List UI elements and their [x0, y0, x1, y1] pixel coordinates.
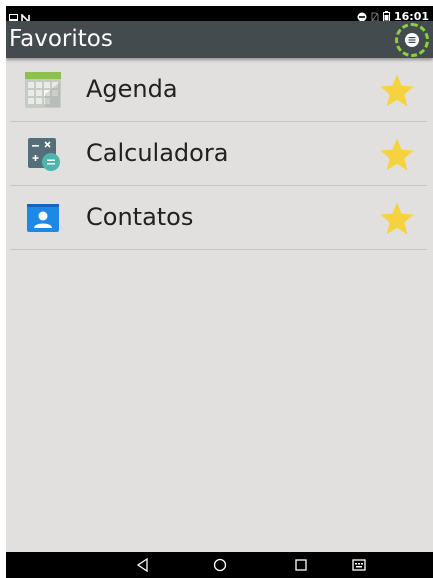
star-icon[interactable]: [378, 72, 416, 110]
star-icon[interactable]: [378, 200, 416, 238]
android-screen: 16:01 Favoritos Agenda Calculadora Conta…: [6, 6, 433, 578]
menu-highlight: [395, 23, 429, 57]
app-bar: Favoritos: [6, 21, 433, 58]
contacts-icon[interactable]: [25, 200, 61, 236]
back-icon[interactable]: [134, 556, 152, 574]
favorite-row-calculadora[interactable]: Calculadora: [6, 122, 433, 186]
navigation-bar: [6, 552, 433, 578]
star-icon[interactable]: [378, 136, 416, 174]
favorite-row-agenda[interactable]: Agenda: [6, 58, 433, 122]
calculator-icon[interactable]: [25, 136, 61, 172]
favorite-label: Calculadora: [86, 139, 229, 167]
status-bar: 16:01: [6, 6, 433, 24]
favorite-label: Agenda: [86, 75, 178, 103]
keyboard-switch-icon[interactable]: [350, 556, 368, 574]
page-title: Favoritos: [9, 26, 113, 52]
home-icon[interactable]: [211, 556, 229, 574]
favorite-row-contatos[interactable]: Contatos: [6, 186, 433, 250]
favorite-label: Contatos: [86, 203, 194, 231]
favorites-list: Agenda Calculadora Contatos: [6, 58, 433, 250]
recents-icon[interactable]: [292, 556, 310, 574]
calendar-icon[interactable]: [25, 72, 61, 108]
menu-icon[interactable]: [405, 33, 419, 47]
row-divider: [10, 249, 427, 250]
